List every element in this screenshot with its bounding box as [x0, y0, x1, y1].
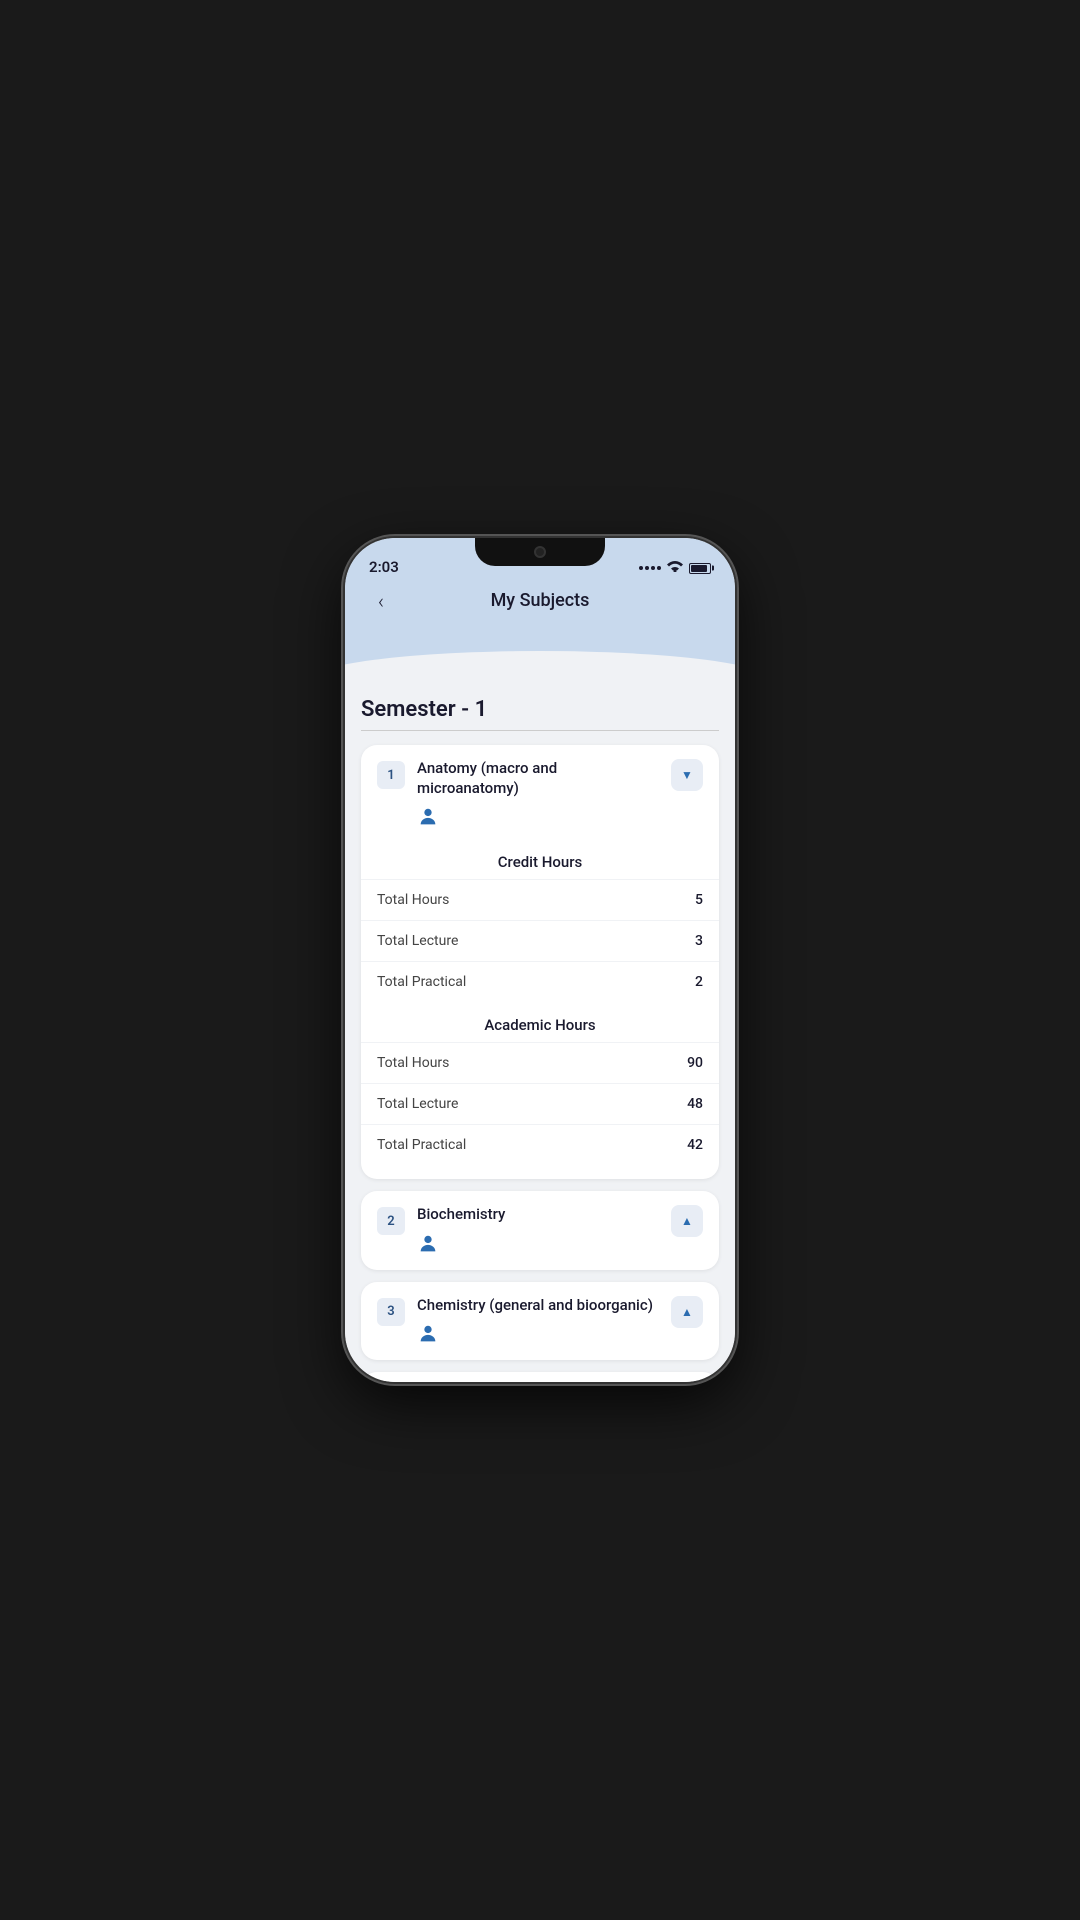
- toggle-arrow-icon-1: ▼: [681, 768, 693, 782]
- row-label: Total Hours: [377, 892, 449, 908]
- credit-row: Total Lecture 3: [361, 920, 719, 961]
- toggle-arrow-icon-3: ▲: [681, 1305, 693, 1319]
- row-value: 3: [695, 933, 703, 949]
- front-camera: [534, 546, 546, 558]
- row-label: Total Lecture: [377, 933, 458, 949]
- subject-card-1: 1 Anatomy (macro and microanatomy) ▼ Cre…: [361, 745, 719, 1179]
- subject-info-3: Chemistry (general and bioorganic): [417, 1296, 659, 1351]
- page-header: ‹ My Subjects: [345, 582, 735, 651]
- wave-divider: [345, 651, 735, 681]
- toggle-button-2[interactable]: ▲: [671, 1205, 703, 1237]
- page-title: My Subjects: [491, 590, 590, 611]
- row-label: Total Practical: [377, 1137, 466, 1153]
- academic-row: Total Practical 42: [361, 1124, 719, 1165]
- semester-title: Semester - 1: [361, 681, 719, 730]
- subject-card-2: 2 Biochemistry ▲: [361, 1191, 719, 1270]
- academic-hours-title: Academic Hours: [361, 1006, 719, 1042]
- subject-number-2: 2: [377, 1207, 405, 1235]
- phone-screen: 2:03 ‹: [345, 538, 735, 1382]
- subject-card-4: 4 Clinical training: Early introduction …: [361, 1372, 719, 1382]
- wifi-icon: [667, 560, 683, 576]
- subject-card-3: 3 Chemistry (general and bioorganic) ▲: [361, 1282, 719, 1361]
- subject-header-2: 2 Biochemistry ▲: [361, 1191, 719, 1270]
- row-label: Total Lecture: [377, 1096, 458, 1112]
- academic-row: Total Lecture 48: [361, 1083, 719, 1124]
- user-icon-1: [417, 806, 659, 833]
- status-time: 2:03: [369, 558, 399, 576]
- row-value: 5: [695, 892, 703, 908]
- status-icons: [639, 560, 711, 576]
- row-label: Total Practical: [377, 974, 466, 990]
- row-value: 90: [687, 1055, 703, 1071]
- subject-info-2: Biochemistry: [417, 1205, 659, 1260]
- subject-name-2: Biochemistry: [417, 1205, 659, 1225]
- battery-icon: [689, 563, 711, 574]
- subject-header-3: 3 Chemistry (general and bioorganic) ▲: [361, 1282, 719, 1361]
- subject-header-4: 4 Clinical training: Early introduction …: [361, 1372, 719, 1382]
- user-icon-2: [417, 1233, 659, 1260]
- signal-icon: [639, 566, 661, 570]
- phone-frame: 2:03 ‹: [345, 538, 735, 1382]
- notch: [475, 538, 605, 566]
- subject-name-3: Chemistry (general and bioorganic): [417, 1296, 659, 1316]
- semester-divider: [361, 730, 719, 731]
- subject-number-1: 1: [377, 761, 405, 789]
- credit-row: Total Practical 2: [361, 961, 719, 1002]
- row-label: Total Hours: [377, 1055, 449, 1071]
- row-value: 42: [687, 1137, 703, 1153]
- subject-expanded: Credit Hours Total Hours 5 Total Lecture…: [361, 843, 719, 1179]
- subjects-list: 1 Anatomy (macro and microanatomy) ▼ Cre…: [361, 745, 719, 1382]
- toggle-button-1[interactable]: ▼: [671, 759, 703, 791]
- credit-hours-title: Credit Hours: [361, 843, 719, 879]
- subject-number-3: 3: [377, 1298, 405, 1326]
- content-area[interactable]: Semester - 1 1 Anatomy (macro and microa…: [345, 681, 735, 1382]
- row-value: 2: [695, 974, 703, 990]
- academic-row: Total Hours 90: [361, 1042, 719, 1083]
- subject-info-1: Anatomy (macro and microanatomy): [417, 759, 659, 833]
- credit-row: Total Hours 5: [361, 879, 719, 920]
- toggle-arrow-icon-2: ▲: [681, 1214, 693, 1228]
- toggle-button-3[interactable]: ▲: [671, 1296, 703, 1328]
- subject-header-1: 1 Anatomy (macro and microanatomy) ▼: [361, 745, 719, 843]
- back-button[interactable]: ‹: [365, 585, 397, 617]
- subject-name-1: Anatomy (macro and microanatomy): [417, 759, 659, 798]
- back-arrow-icon: ‹: [378, 589, 384, 613]
- user-icon-3: [417, 1323, 659, 1350]
- row-value: 48: [687, 1096, 703, 1112]
